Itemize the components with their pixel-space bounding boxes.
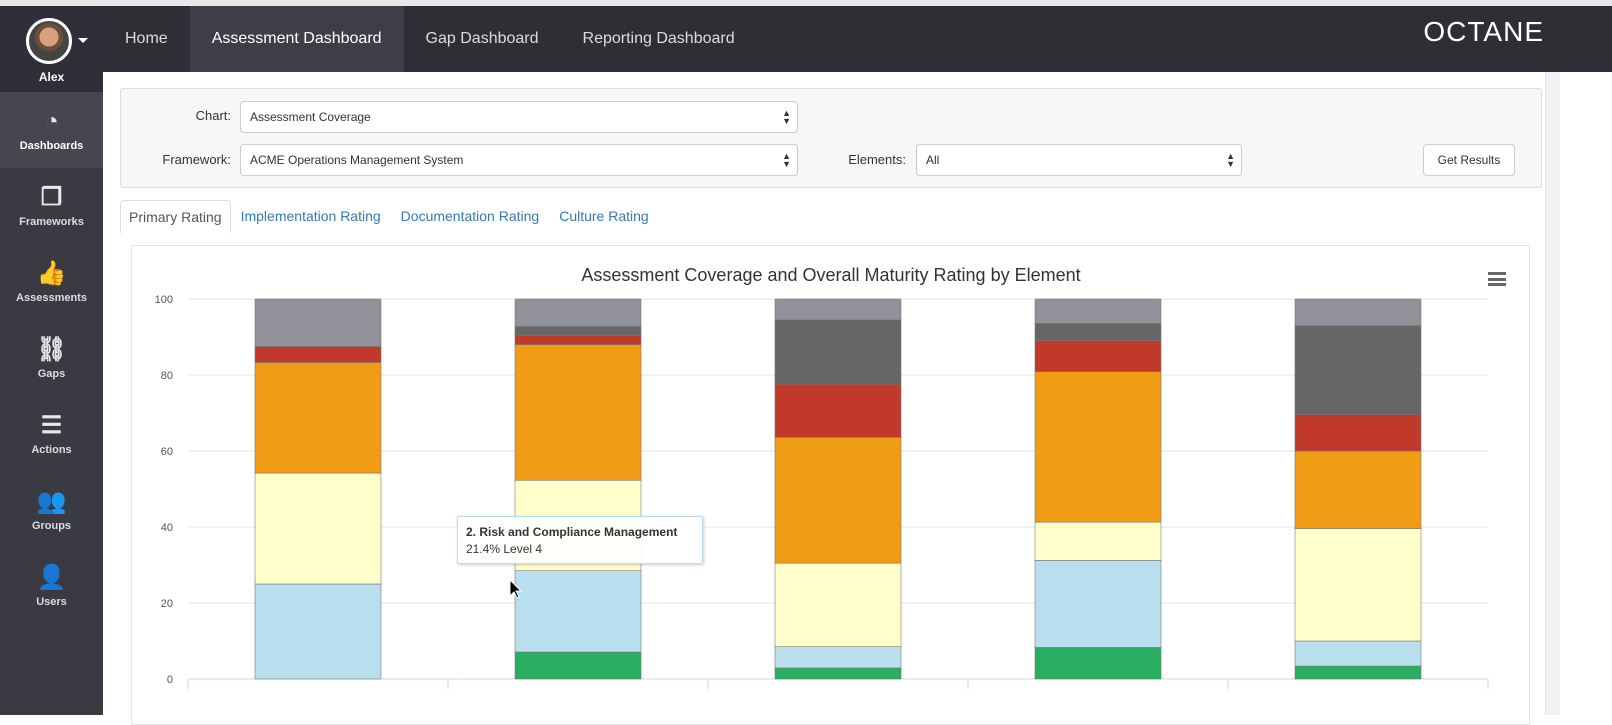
bar-segment	[1034, 340, 1162, 372]
bar-segment	[1294, 450, 1422, 529]
y-tick-label: 100	[155, 294, 173, 306]
bar-segment	[774, 319, 902, 385]
y-tick-label: 80	[161, 370, 173, 382]
bar-segment	[1294, 640, 1422, 667]
bar-segment	[514, 651, 642, 680]
bar-segment	[254, 346, 382, 363]
tooltip-text: 21.4% Level 4	[466, 542, 543, 556]
bar-segment	[774, 667, 902, 680]
bar-segment	[1034, 323, 1162, 341]
bar-segment	[774, 437, 902, 564]
bar-segment	[514, 335, 642, 345]
bar-segment	[1034, 647, 1162, 680]
chart-title: Assessment Coverage and Overall Maturity…	[581, 265, 1080, 285]
bar-segment	[1294, 414, 1422, 452]
tooltip-title: 2. Risk and Compliance Management	[466, 525, 678, 539]
y-tick-label: 20	[161, 598, 173, 610]
bar-segment	[1294, 325, 1422, 415]
scrollbar[interactable]	[1545, 72, 1560, 715]
bar-segment	[1034, 371, 1162, 523]
bar-segment	[774, 646, 902, 669]
bar-segment	[514, 344, 642, 481]
stacked-bar-chart: Assessment Coverage and Overall Maturity…	[155, 265, 1489, 689]
bar-segment	[774, 298, 902, 321]
y-tick-label: 60	[161, 446, 173, 458]
bar-segment	[514, 298, 642, 327]
bar-segment	[1294, 298, 1422, 326]
bar-segment	[254, 362, 382, 474]
bar-segment	[254, 583, 382, 680]
bar-segment	[774, 383, 902, 438]
bar-segment	[254, 472, 382, 585]
bar-segment	[1294, 528, 1422, 642]
bar-segment	[1294, 665, 1422, 680]
bar-segment	[1034, 521, 1162, 561]
bar-segment	[774, 562, 902, 647]
bar-segment	[254, 298, 382, 347]
bar-segment	[514, 326, 642, 336]
y-tick-label: 0	[167, 674, 173, 686]
bar-segment	[1034, 298, 1162, 324]
bar-segment	[514, 570, 642, 653]
chart-menu-icon[interactable]	[1488, 272, 1506, 286]
chart-tooltip: 2. Risk and Compliance Management 21.4% …	[457, 516, 703, 564]
y-tick-label: 40	[161, 522, 173, 534]
bar-segment	[1034, 560, 1162, 648]
